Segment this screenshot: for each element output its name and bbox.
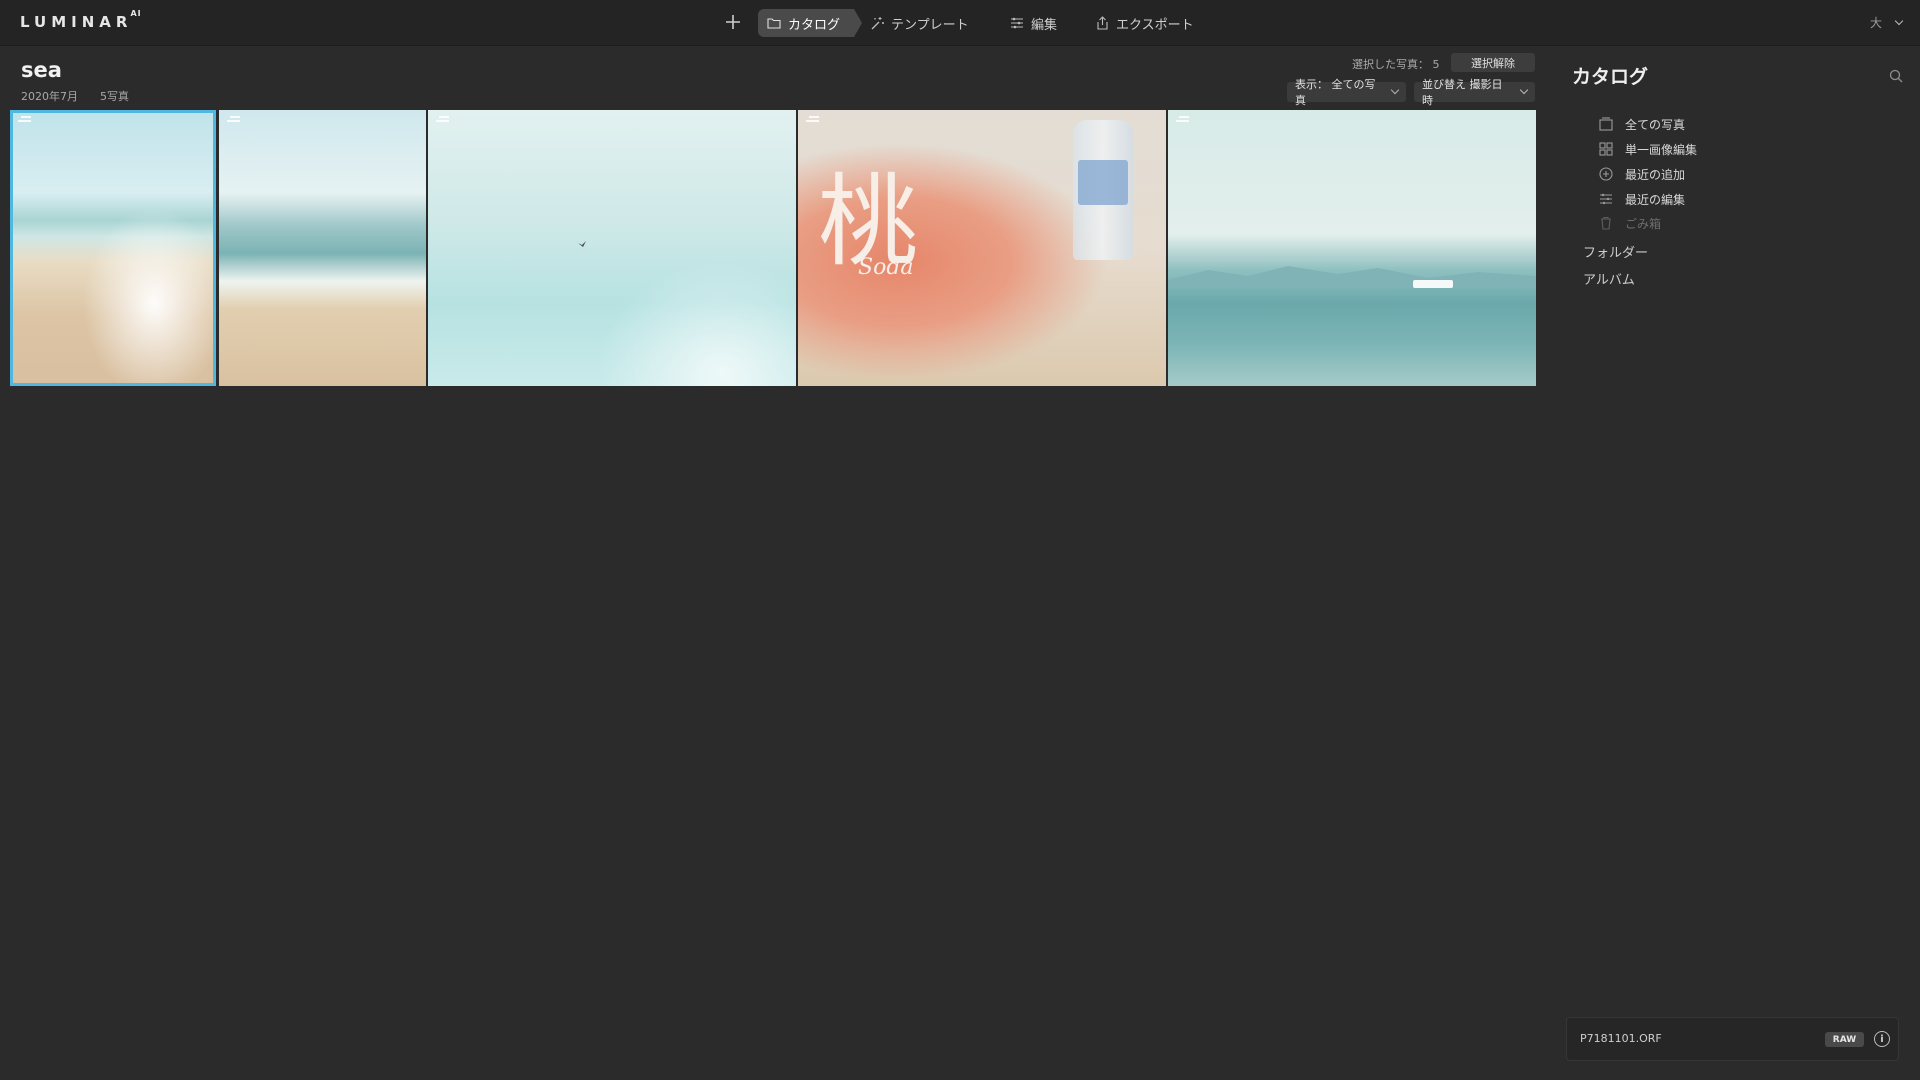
tab-templates-label: テンプレート <box>891 17 969 33</box>
sort-dropdown[interactable]: 並び替え 撮影日時 <box>1414 78 1535 107</box>
photos-icon <box>1599 117 1613 131</box>
photo-thumbnail[interactable] <box>10 110 216 386</box>
tab-export-label: エクスポート <box>1116 17 1194 33</box>
edited-icon <box>18 116 32 126</box>
edited-icon <box>1176 116 1190 126</box>
tab-export[interactable]: エクスポート <box>1096 9 1194 37</box>
photo-thumbnail[interactable] <box>1168 110 1536 386</box>
search-icon <box>1889 69 1903 83</box>
photo-thumbnail[interactable] <box>219 110 426 386</box>
edited-icon <box>227 116 241 126</box>
tab-edit-label: 編集 <box>1031 17 1058 33</box>
file-name: P7181101.ORF <box>1580 1032 1662 1045</box>
tab-catalog-label: カタログ <box>788 17 841 33</box>
search-button[interactable] <box>1889 68 1903 87</box>
view-size-control[interactable]: 大 <box>1869 14 1904 31</box>
photo-thumbnail[interactable] <box>428 110 796 386</box>
catalog-item-trash[interactable]: ごみ箱 <box>1599 214 1661 232</box>
app-logo: LUMINARAI <box>20 9 142 31</box>
magic-wand-icon <box>871 17 884 30</box>
view-size-label: 大 <box>1869 16 1882 30</box>
plus-icon <box>726 15 740 29</box>
trash-icon <box>1601 216 1611 230</box>
tab-templates[interactable]: テンプレート <box>870 9 969 37</box>
album-count: 5写真 <box>100 90 129 103</box>
deselect-button[interactable]: 選択解除 <box>1451 53 1535 72</box>
catalog-item-label: 最近の追加 <box>1625 167 1686 182</box>
plus-circle-icon <box>1599 167 1613 181</box>
edited-icon <box>806 116 820 126</box>
sliders-icon <box>1600 193 1612 205</box>
catalog-item-all-photos[interactable]: 全ての写真 <box>1599 115 1685 133</box>
catalog-item-label: 最近の編集 <box>1625 192 1686 207</box>
bird-shape <box>578 241 586 247</box>
sort-label: 並び替え 撮影日時 <box>1422 78 1503 107</box>
tab-catalog[interactable]: カタログ <box>758 9 862 37</box>
chevron-down-icon <box>1894 16 1904 25</box>
add-photos-button[interactable] <box>720 9 746 35</box>
catalog-item-label: 全ての写真 <box>1625 117 1686 132</box>
album-meta: 2020年7月 5写真 <box>21 88 129 104</box>
view-filter-label: 表示： 全ての写真 <box>1295 78 1376 107</box>
selected-count: 選択した写真： 5 <box>1352 58 1440 71</box>
file-info-bar: P7181101.ORF RAW i <box>1566 1017 1899 1061</box>
catalog-item-label: 単一画像編集 <box>1625 142 1698 157</box>
catalog-item-recently-added[interactable]: 最近の追加 <box>1599 165 1685 183</box>
catalog-item-label: ごみ箱 <box>1625 216 1662 231</box>
top-bar: LUMINARAI カタログ テンプレート 編集 エクスポート 大 <box>0 0 1920 46</box>
catalog-item-single-edit[interactable]: 単一画像編集 <box>1599 140 1697 158</box>
catalog-item-recently-edited[interactable]: 最近の編集 <box>1599 190 1685 208</box>
photo-thumbnail[interactable]: 桃 Soda <box>798 110 1166 386</box>
soda-text: Soda <box>858 255 914 280</box>
info-icon[interactable]: i <box>1874 1031 1890 1047</box>
chevron-down-icon <box>1519 85 1529 95</box>
chevron-down-icon <box>1390 85 1400 95</box>
boat-shape <box>1413 280 1453 288</box>
folders-section[interactable]: フォルダー <box>1583 242 1648 261</box>
bottle-label-shape <box>1078 160 1128 205</box>
grid-icon <box>1599 142 1613 156</box>
albums-section[interactable]: アルバム <box>1583 269 1635 288</box>
mountains-shape <box>1168 266 1536 288</box>
album-date: 2020年7月 <box>21 90 78 103</box>
edited-icon <box>436 116 450 126</box>
album-title: sea <box>21 58 62 82</box>
share-icon <box>1097 16 1108 30</box>
raw-badge: RAW <box>1825 1032 1864 1047</box>
sliders-icon <box>1011 17 1023 29</box>
view-filter-dropdown[interactable]: 表示： 全ての写真 <box>1287 78 1406 107</box>
folder-icon <box>767 18 781 29</box>
tab-edit[interactable]: 編集 <box>1010 9 1057 37</box>
panel-title: カタログ <box>1572 66 1649 88</box>
